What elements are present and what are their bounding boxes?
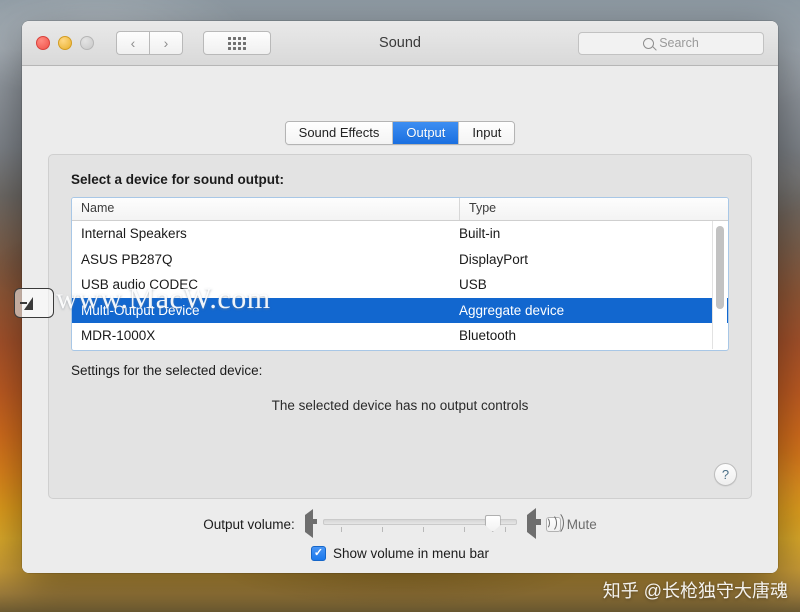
forward-button[interactable]: › [149,31,183,55]
device-type: Built-in [459,226,501,242]
close-button[interactable] [36,36,50,50]
column-header-name[interactable]: Name [72,198,460,220]
minimize-button[interactable] [58,36,72,50]
speaker-low-icon [304,509,317,538]
device-name: MDR-1000X [81,328,156,344]
speaker-high-icon [526,508,564,539]
navigation-buttons: ‹ › [116,31,183,55]
back-button[interactable]: ‹ [116,31,149,55]
slider-tick [422,527,424,532]
no-output-controls-message: The selected device has no output contro… [271,398,529,413]
slider-thumb[interactable] [484,515,501,532]
table-row[interactable]: Internal Speakers Built-in [72,221,728,247]
sound-preferences-window: ‹ › Sound Search Sound Effects Output In… [22,21,778,573]
table-header-row: Name Type [72,198,728,221]
device-type: DisplayPort [459,251,529,267]
device-table[interactable]: Name Type Internal Speakers Built-in ASU… [71,197,729,351]
tab-output[interactable]: Output [393,122,460,144]
device-type: USB [459,277,487,293]
device-name: Multi-Output Device [81,302,200,318]
device-name: ASUS PB287Q [81,251,173,267]
search-input[interactable]: Search [578,31,764,55]
column-header-type[interactable]: Type [460,198,496,220]
grid-icon [228,36,246,50]
show-volume-label: Show volume in menu bar [332,546,490,561]
traffic-lights [36,36,94,50]
tab-input[interactable]: Input [459,122,515,144]
search-placeholder: Search [659,36,699,50]
output-volume-slider[interactable] [322,513,517,535]
table-row[interactable]: USB audio CODEC USB [72,272,728,298]
device-name: USB audio CODEC [81,277,199,293]
mute-label: Mute [566,516,597,532]
slider-tick [463,527,465,532]
table-row-selected[interactable]: Multi-Output Device Aggregate device [72,297,728,323]
tab-strip: Sound Effects Output Input [284,121,516,145]
settings-label: Settings for the selected device: [71,363,263,378]
output-volume-label: Output volume: [203,516,295,532]
scrollbar-thumb[interactable] [716,226,724,309]
slider-tick [381,527,383,532]
output-settings-panel: Select a device for sound output: Name T… [48,154,752,499]
zoom-button[interactable] [80,36,94,50]
show-volume-checkbox[interactable] [310,546,326,561]
window-titlebar: ‹ › Sound Search [22,21,778,66]
device-table-scrollbar[interactable] [712,221,727,349]
output-volume-row: Output volume: Mute [22,508,778,539]
window-body: Sound Effects Output Input Select a devi… [22,66,778,573]
show-volume-menu-bar-row[interactable]: Show volume in menu bar [22,546,778,561]
slider-tick [504,527,506,532]
tab-bar: Sound Effects Output Input [22,121,778,145]
device-type: Bluetooth [459,328,517,344]
slider-tick [340,527,342,532]
search-icon [643,37,655,49]
tab-sound-effects[interactable]: Sound Effects [285,122,394,144]
device-name: Internal Speakers [81,226,187,242]
table-row[interactable]: ASUS PB287Q DisplayPort [72,247,728,273]
panel-heading: Select a device for sound output: [71,172,285,187]
help-button[interactable]: ? [714,463,737,486]
table-row[interactable]: MDR-1000X Bluetooth [72,323,728,349]
device-type: Aggregate device [459,302,565,318]
show-all-button[interactable] [203,31,271,55]
